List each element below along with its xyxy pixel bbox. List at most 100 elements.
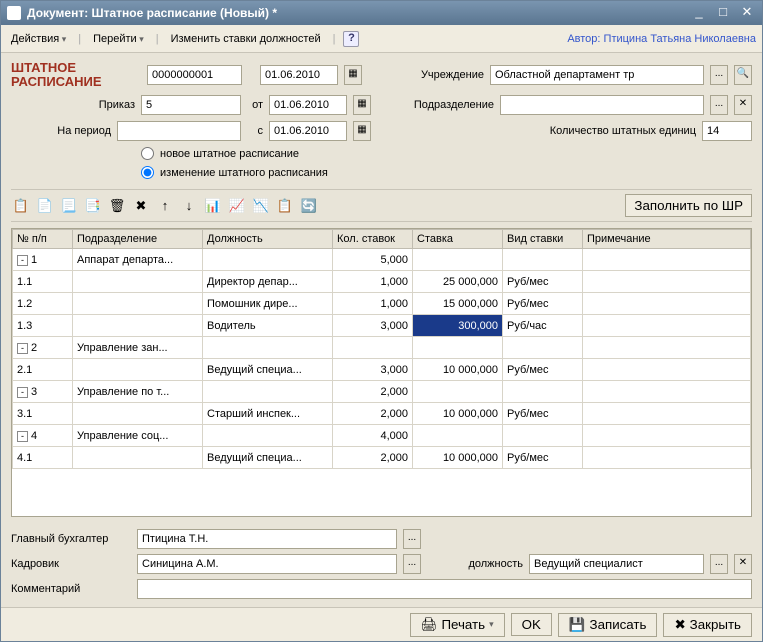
cell[interactable]	[583, 315, 751, 337]
cell[interactable]	[203, 249, 333, 271]
cell[interactable]: -3	[13, 381, 73, 403]
cell[interactable]: 10 000,000	[413, 359, 503, 381]
cell[interactable]: Аппарат департа...	[73, 249, 203, 271]
cell[interactable]: Ведущий специа...	[203, 359, 333, 381]
cell[interactable]: 10 000,000	[413, 447, 503, 469]
hr-input[interactable]	[137, 554, 397, 574]
menu-goto[interactable]: Перейти	[89, 31, 148, 47]
column-header[interactable]: Вид ставки	[503, 230, 583, 249]
cell[interactable]: 15 000,000	[413, 293, 503, 315]
position-input[interactable]	[529, 554, 704, 574]
cell[interactable]: 1.3	[13, 315, 73, 337]
radio-new[interactable]	[141, 147, 154, 160]
cell[interactable]	[203, 425, 333, 447]
hr-select-button[interactable]: ...	[403, 554, 421, 574]
column-header[interactable]: № п/п	[13, 230, 73, 249]
table-row[interactable]: -1Аппарат департа...5,000	[13, 249, 751, 271]
institution-open-button[interactable]: 🔍	[734, 65, 752, 85]
cell[interactable]	[333, 337, 413, 359]
print-button[interactable]: 🖨 Печать	[410, 613, 505, 637]
toolbar-icon-3[interactable]: 📑	[83, 196, 103, 216]
data-grid[interactable]: № п/пПодразделениеДолжностьКол. ставокСт…	[11, 228, 752, 517]
position-select-button[interactable]: ...	[710, 554, 728, 574]
cell[interactable]	[413, 337, 503, 359]
cell[interactable]: 1.2	[13, 293, 73, 315]
toolbar-icon-2[interactable]: 📃	[59, 196, 79, 216]
institution-select-button[interactable]: ...	[710, 65, 728, 85]
toolbar-icon-4[interactable]: 🗑	[107, 196, 127, 216]
cell[interactable]	[583, 403, 751, 425]
cell[interactable]: 300,000	[413, 315, 503, 337]
tree-toggle[interactable]: -	[17, 255, 28, 266]
cell[interactable]	[73, 315, 203, 337]
calendar-icon[interactable]: ▦	[353, 95, 371, 115]
cell[interactable]	[583, 359, 751, 381]
toolbar-icon-11[interactable]: 📋	[275, 196, 295, 216]
cell[interactable]	[203, 337, 333, 359]
author-link[interactable]: Автор: Птицина Татьяна Николаевна	[567, 33, 756, 45]
cell[interactable]	[583, 271, 751, 293]
cell[interactable]: Руб/мес	[503, 271, 583, 293]
cell[interactable]: Руб/час	[503, 315, 583, 337]
subdivision-input[interactable]	[500, 95, 704, 115]
cell[interactable]	[413, 381, 503, 403]
count-input[interactable]	[702, 121, 752, 141]
cell[interactable]	[503, 425, 583, 447]
calendar-icon[interactable]: ▦	[353, 121, 371, 141]
table-row[interactable]: -2Управление зан...	[13, 337, 751, 359]
cell[interactable]	[503, 249, 583, 271]
cell[interactable]	[503, 381, 583, 403]
fill-button[interactable]: Заполнить по ШР	[625, 194, 752, 217]
cell[interactable]	[583, 293, 751, 315]
radio-change[interactable]	[141, 166, 154, 179]
position-clear-button[interactable]: ✕	[734, 554, 752, 574]
s-date-input[interactable]	[269, 121, 347, 141]
tree-toggle[interactable]: -	[17, 343, 28, 354]
column-header[interactable]: Должность	[203, 230, 333, 249]
table-row[interactable]: -4Управление соц...4,000	[13, 425, 751, 447]
toolbar-icon-10[interactable]: 📉	[251, 196, 271, 216]
cell[interactable]: 25 000,000	[413, 271, 503, 293]
cell[interactable]: Управление зан...	[73, 337, 203, 359]
cell[interactable]: 3,000	[333, 315, 413, 337]
cell[interactable]	[73, 359, 203, 381]
cell[interactable]	[73, 293, 203, 315]
cell[interactable]: 2,000	[333, 381, 413, 403]
period-input[interactable]	[117, 121, 241, 141]
cell[interactable]: 2,000	[333, 403, 413, 425]
table-row[interactable]: 1.2 Помошник дире...1,00015 000,000Руб/ме…	[13, 293, 751, 315]
toolbar-icon-0[interactable]: 📋	[11, 196, 31, 216]
cell[interactable]	[583, 381, 751, 403]
column-header[interactable]: Примечание	[583, 230, 751, 249]
cell[interactable]	[583, 425, 751, 447]
cell[interactable]: 4.1	[13, 447, 73, 469]
cell[interactable]: 3.1	[13, 403, 73, 425]
cell[interactable]: 1,000	[333, 271, 413, 293]
cell[interactable]: 2,000	[333, 447, 413, 469]
menu-actions[interactable]: Действия	[7, 31, 70, 47]
toolbar-icon-7[interactable]: ↓	[179, 196, 199, 216]
cell[interactable]	[583, 337, 751, 359]
maximize-button[interactable]: □	[714, 5, 732, 21]
cell[interactable]: Руб/мес	[503, 293, 583, 315]
ok-button[interactable]: OK	[511, 613, 552, 636]
cell[interactable]	[73, 271, 203, 293]
cell[interactable]: -2	[13, 337, 73, 359]
cell[interactable]: Директор депар...	[203, 271, 333, 293]
cell[interactable]: Руб/мес	[503, 403, 583, 425]
cell[interactable]: -4	[13, 425, 73, 447]
column-header[interactable]: Ставка	[413, 230, 503, 249]
toolbar-icon-5[interactable]: ✖	[131, 196, 151, 216]
cell[interactable]: Старший инспек...	[203, 403, 333, 425]
cell[interactable]	[413, 249, 503, 271]
close-button[interactable]: ✖ Закрыть	[663, 613, 752, 637]
cell[interactable]	[73, 447, 203, 469]
cell[interactable]	[583, 249, 751, 271]
cell[interactable]: Помошник дире...	[203, 293, 333, 315]
menu-change-rates[interactable]: Изменить ставки должностей	[167, 31, 325, 47]
toolbar-icon-12[interactable]: 🔄	[299, 196, 319, 216]
cell[interactable]	[73, 403, 203, 425]
cell[interactable]: 1,000	[333, 293, 413, 315]
column-header[interactable]: Подразделение	[73, 230, 203, 249]
toolbar-icon-1[interactable]: 📄	[35, 196, 55, 216]
